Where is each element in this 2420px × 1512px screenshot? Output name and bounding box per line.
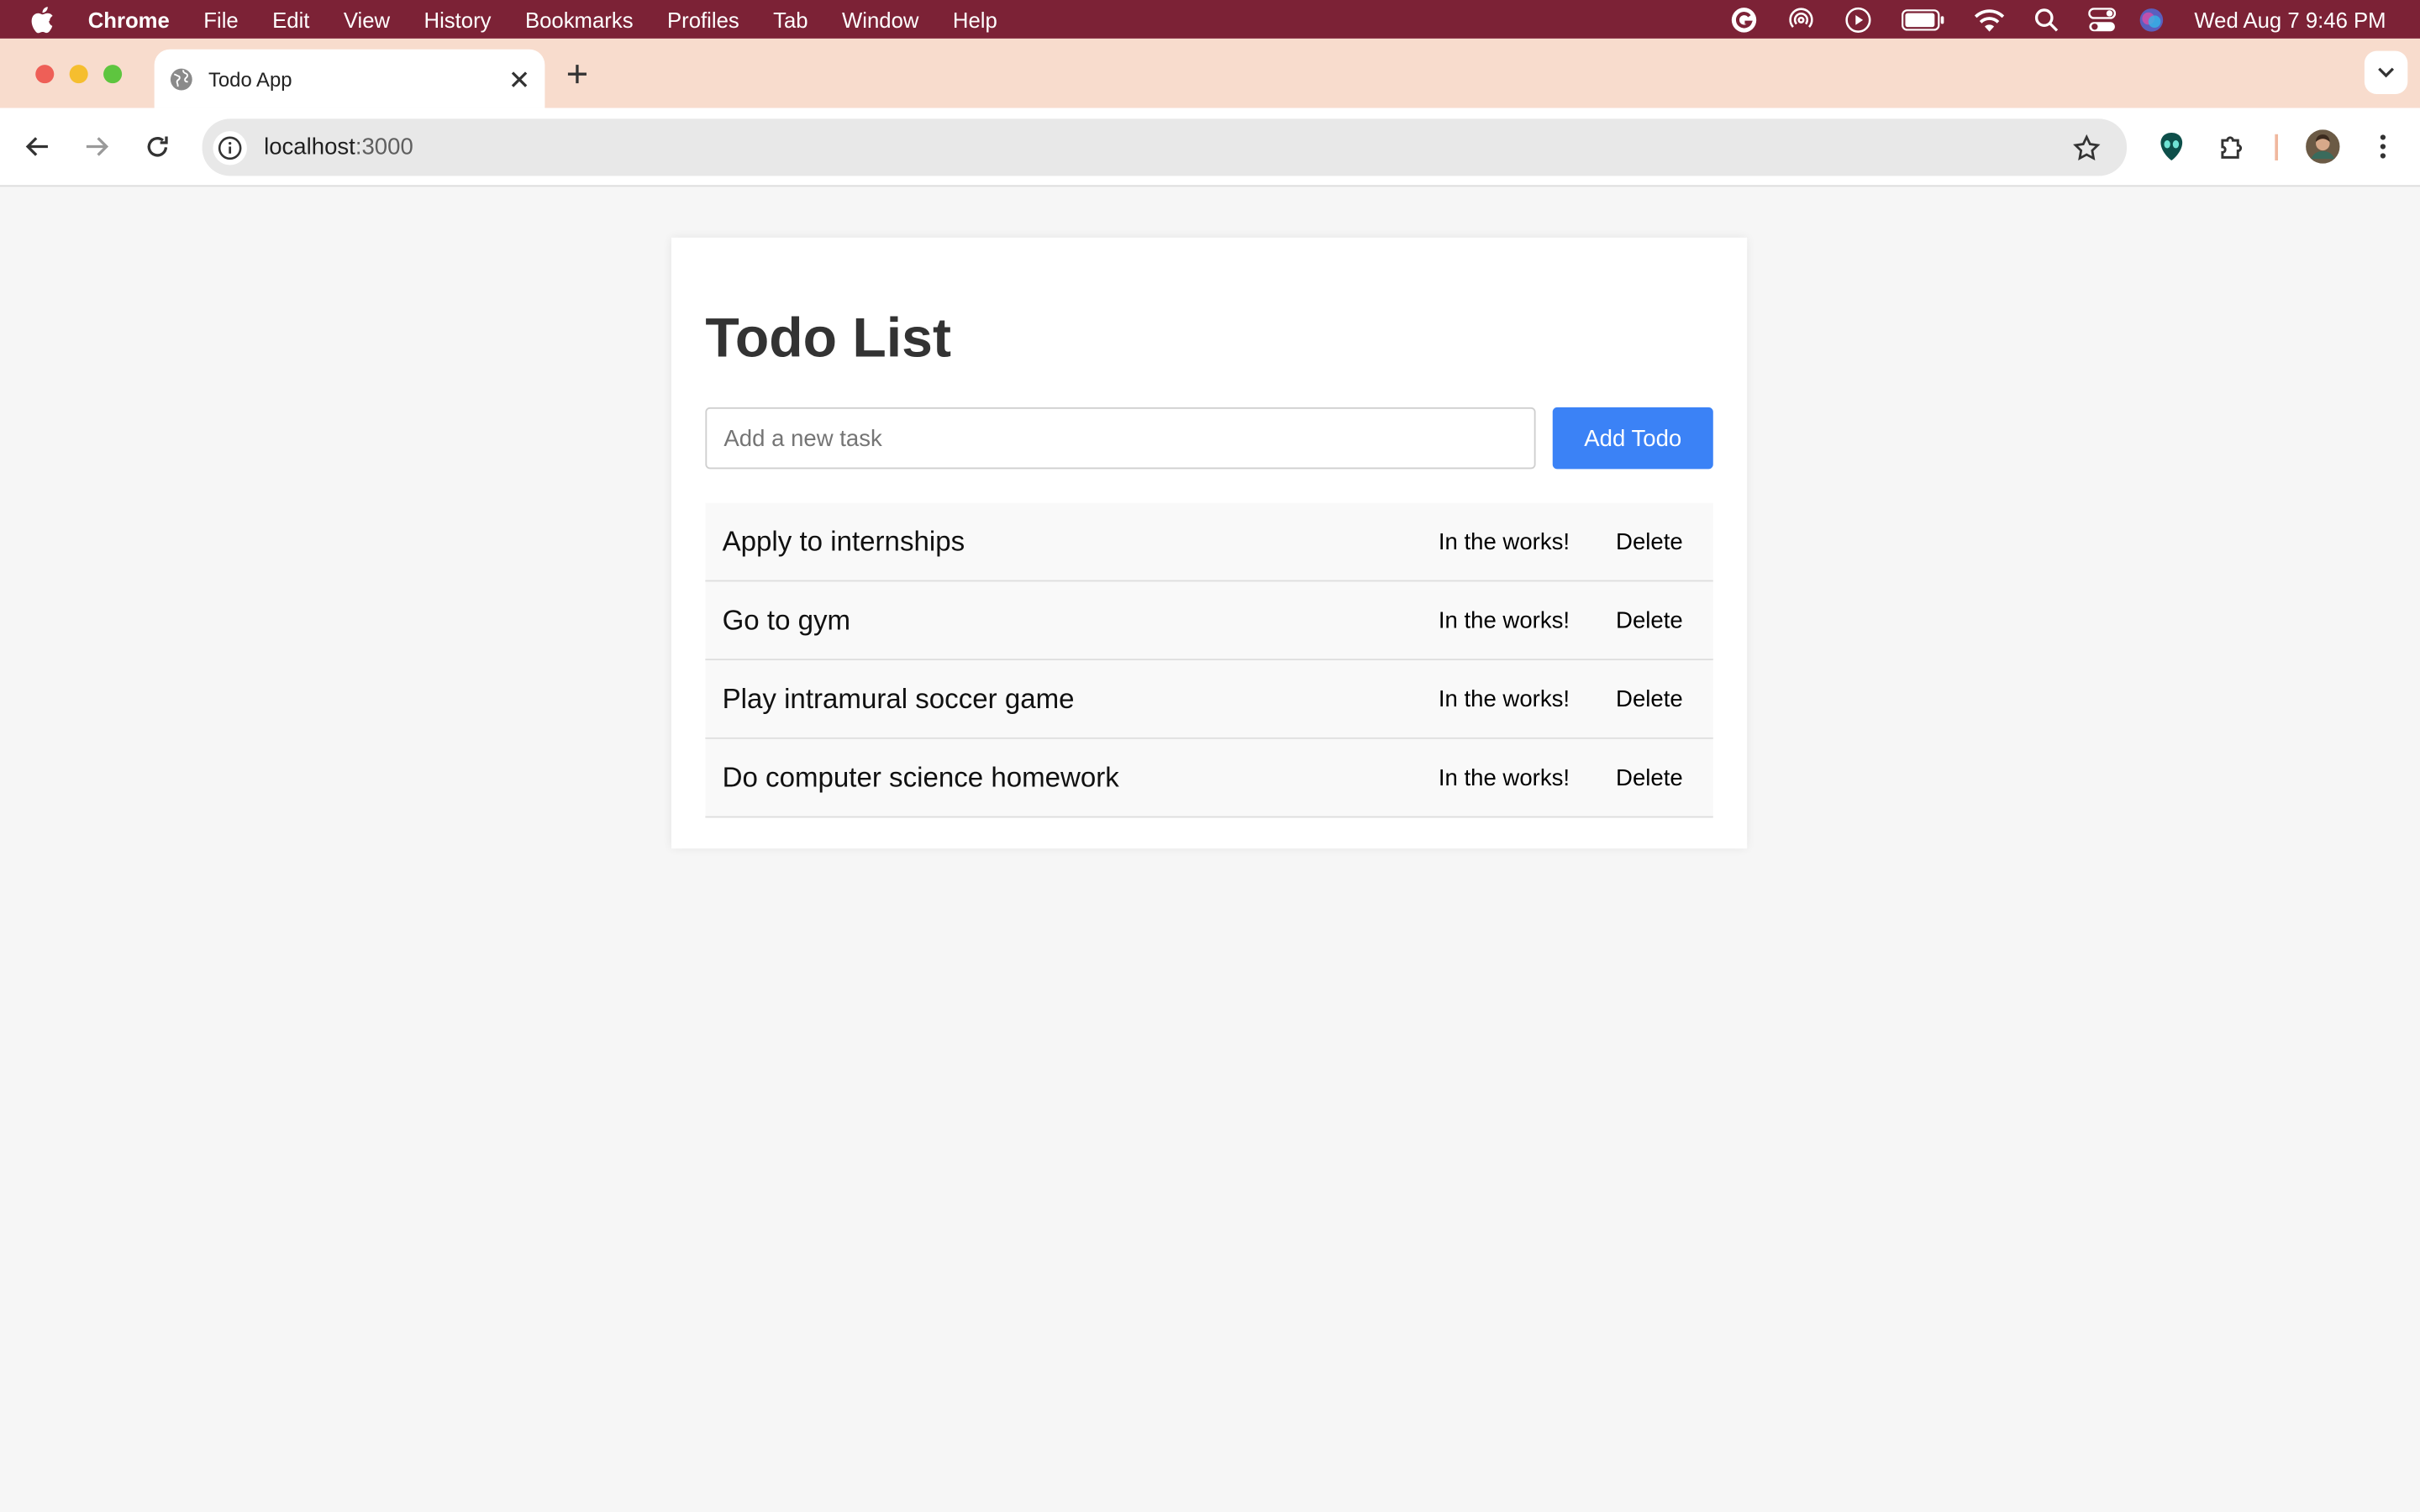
todo-text: Play intramural soccer game bbox=[722, 682, 1075, 714]
todo-item: Do computer science homework In the work… bbox=[705, 738, 1713, 818]
todo-delete-button[interactable]: Delete bbox=[1616, 607, 1683, 633]
new-task-input[interactable] bbox=[705, 407, 1536, 470]
airdrop-icon[interactable] bbox=[1771, 0, 1830, 39]
page-title: Todo List bbox=[705, 305, 951, 369]
todo-text: Do computer science homework bbox=[722, 761, 1119, 793]
todo-item: Play intramural soccer game In the works… bbox=[705, 660, 1713, 739]
menu-history[interactable]: History bbox=[424, 7, 492, 31]
menu-profiles[interactable]: Profiles bbox=[667, 7, 739, 31]
chrome-menu-kebab-icon[interactable] bbox=[2368, 128, 2399, 165]
profile-avatar[interactable] bbox=[2304, 128, 2341, 165]
back-arrow-icon[interactable] bbox=[18, 128, 55, 165]
todo-status-button[interactable]: In the works! bbox=[1439, 764, 1570, 790]
todo-status-button[interactable]: In the works! bbox=[1439, 607, 1570, 633]
menu-file[interactable]: File bbox=[203, 7, 238, 31]
todo-list: Apply to internships In the works! Delet… bbox=[705, 502, 1713, 818]
url-port: :3000 bbox=[355, 134, 413, 161]
todo-delete-button[interactable]: Delete bbox=[1616, 528, 1683, 554]
menu-window[interactable]: Window bbox=[842, 7, 918, 31]
site-info-icon[interactable] bbox=[213, 130, 247, 165]
menu-bookmarks[interactable]: Bookmarks bbox=[525, 7, 634, 31]
todo-status-button[interactable]: In the works! bbox=[1439, 528, 1570, 554]
menubar-clock[interactable]: Wed Aug 7 9:46 PM bbox=[2194, 7, 2386, 31]
spotlight-search-icon[interactable] bbox=[2018, 0, 2074, 39]
tab-search-chevron-down-icon[interactable] bbox=[2364, 50, 2408, 95]
control-center-icon[interactable] bbox=[2074, 0, 2129, 39]
window-minimize-button[interactable] bbox=[69, 65, 88, 84]
wifi-icon[interactable] bbox=[1960, 0, 2018, 39]
todo-status-button[interactable]: In the works! bbox=[1439, 685, 1570, 711]
todo-text: Apply to internships bbox=[722, 525, 965, 557]
todo-delete-button[interactable]: Delete bbox=[1616, 685, 1683, 711]
grammarly-icon[interactable] bbox=[1716, 0, 1771, 39]
bookmark-star-icon[interactable] bbox=[2070, 131, 2102, 164]
close-icon[interactable] bbox=[500, 60, 537, 97]
menu-help[interactable]: Help bbox=[953, 7, 997, 31]
toolbar-divider bbox=[2275, 134, 2279, 161]
reload-icon[interactable] bbox=[139, 128, 176, 165]
battery-icon[interactable] bbox=[1886, 0, 1960, 39]
todo-delete-button[interactable]: Delete bbox=[1616, 764, 1683, 790]
window-zoom-button[interactable] bbox=[103, 65, 123, 84]
tab-todo-app[interactable]: Todo App bbox=[154, 49, 545, 108]
macos-menu-bar: Chrome File Edit View History Bookmarks … bbox=[0, 0, 2420, 39]
todo-card: Todo List Add Todo Apply to internships … bbox=[671, 237, 1748, 849]
url-text[interactable]: localhost:3000 bbox=[264, 134, 413, 160]
todo-item: Apply to internships In the works! Delet… bbox=[705, 502, 1713, 582]
extensions-puzzle-icon[interactable] bbox=[2215, 128, 2249, 165]
add-todo-button[interactable]: Add Todo bbox=[1552, 407, 1713, 470]
address-bar[interactable]: localhost:3000 bbox=[202, 118, 2128, 176]
browser-toolbar: localhost:3000 bbox=[0, 108, 2420, 187]
menu-app-name[interactable]: Chrome bbox=[88, 7, 170, 31]
todo-item: Go to gym In the works! Delete bbox=[705, 581, 1713, 661]
extension-alien-icon[interactable] bbox=[2154, 128, 2188, 165]
apple-menu-icon[interactable] bbox=[29, 0, 60, 39]
play-icon[interactable] bbox=[1830, 0, 1886, 39]
new-tab-plus-icon[interactable] bbox=[560, 57, 594, 91]
window-close-button[interactable] bbox=[35, 65, 55, 84]
globe-icon bbox=[170, 67, 193, 91]
tab-title: Todo App bbox=[208, 66, 292, 91]
menu-tab[interactable]: Tab bbox=[773, 7, 808, 31]
siri-icon[interactable] bbox=[2129, 0, 2172, 39]
browser-tab-strip: Todo App bbox=[0, 38, 2420, 108]
url-host: localhost bbox=[264, 134, 355, 161]
menu-edit[interactable]: Edit bbox=[272, 7, 309, 31]
todo-text: Go to gym bbox=[722, 604, 851, 635]
menubar-status-area: Wed Aug 7 9:46 PM bbox=[1716, 0, 2420, 39]
menu-view[interactable]: View bbox=[344, 7, 390, 31]
forward-arrow-icon[interactable] bbox=[79, 128, 116, 165]
